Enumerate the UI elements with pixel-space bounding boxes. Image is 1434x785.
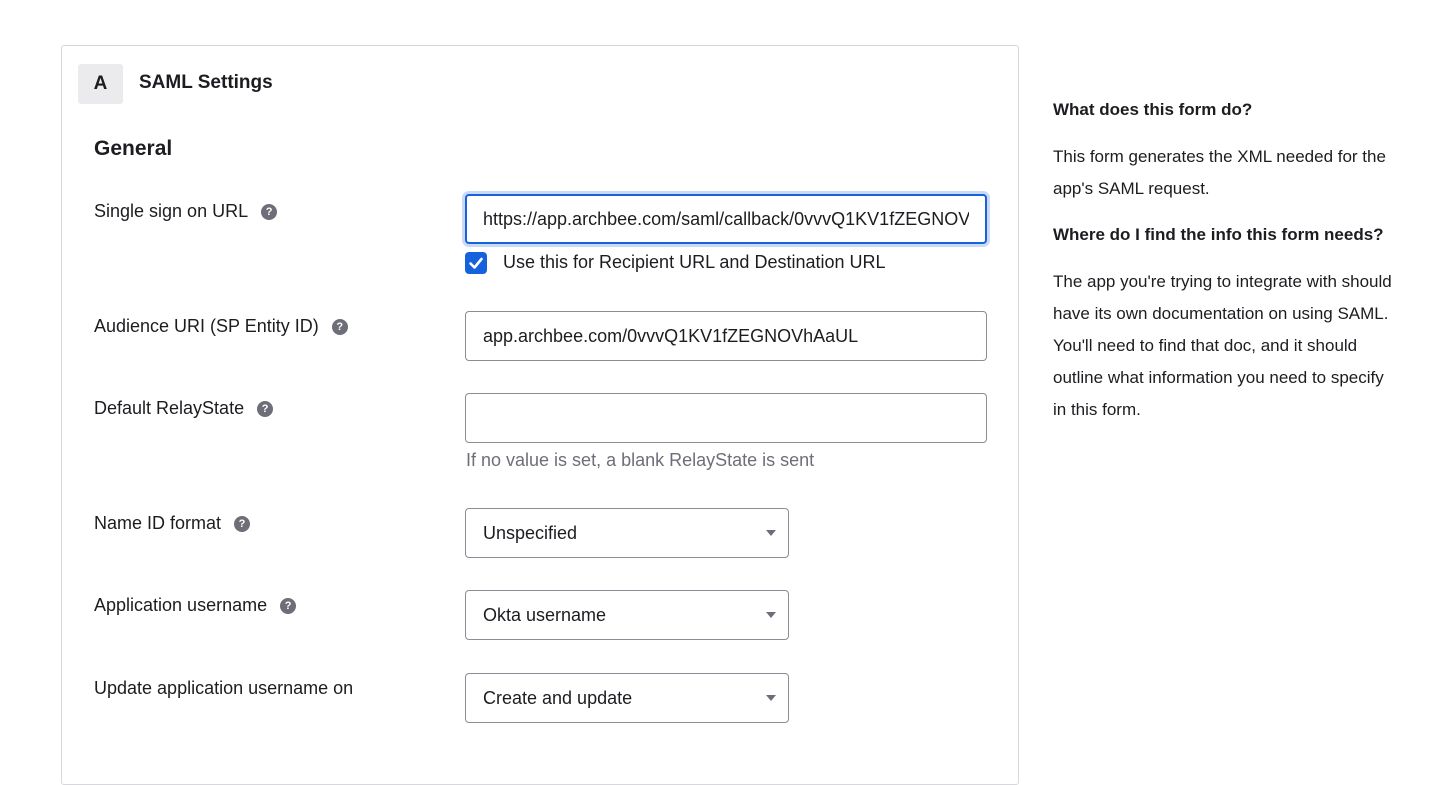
help-answer-2: The app you're trying to integrate with … [1053,272,1392,419]
name-id-format-label-text: Name ID format [94,513,222,533]
relay-state-label: Default RelayState ? [94,398,274,419]
relay-state-input[interactable] [465,393,987,443]
section-title-general: General [94,137,173,160]
update-username-label: Update application username on [94,678,353,699]
app-username-label: Application username ? [94,595,297,616]
relay-state-label-text: Default RelayState [94,398,245,418]
audience-uri-input[interactable] [465,311,987,361]
checkmark-icon [469,257,483,269]
audience-uri-label: Audience URI (SP Entity ID) ? [94,316,348,337]
help-question-2: Where do I find the info this form needs… [1053,225,1384,244]
name-id-format-selected: Unspecified [483,523,578,543]
help-icon[interactable]: ? [331,318,348,335]
audience-uri-label-text: Audience URI (SP Entity ID) [94,316,319,336]
update-username-selected: Create and update [483,688,633,708]
app-username-select[interactable]: Okta username [465,590,789,640]
help-question-1: What does this form do? [1053,100,1253,119]
help-icon[interactable]: ? [234,515,251,532]
name-id-format-select[interactable]: Unspecified [465,508,789,558]
update-username-select[interactable]: Create and update [465,673,789,723]
name-id-format-label: Name ID format ? [94,513,251,534]
recipient-destination-checkbox[interactable] [465,252,487,274]
chevron-down-icon [766,695,776,701]
app-username-selected: Okta username [483,605,607,625]
recipient-destination-checkbox-label[interactable]: Use this for Recipient URL and Destinati… [503,252,886,273]
chevron-down-icon [766,612,776,618]
sso-url-input[interactable] [465,194,987,244]
help-sidebar: What does this form do? This form genera… [1053,97,1398,426]
card-title: SAML Settings [139,72,273,93]
sso-url-label-text: Single sign on URL [94,201,249,221]
help-icon[interactable]: ? [257,400,274,417]
help-icon[interactable]: ? [261,203,278,220]
step-badge: A [78,64,123,104]
help-answer-1: This form generates the XML needed for t… [1053,147,1386,198]
chevron-down-icon [766,530,776,536]
help-icon[interactable]: ? [280,597,297,614]
update-username-label-text: Update application username on [94,678,354,698]
sso-url-label: Single sign on URL ? [94,201,278,222]
relay-state-hint: If no value is set, a blank RelayState i… [466,450,815,470]
app-username-label-text: Application username [94,595,268,615]
